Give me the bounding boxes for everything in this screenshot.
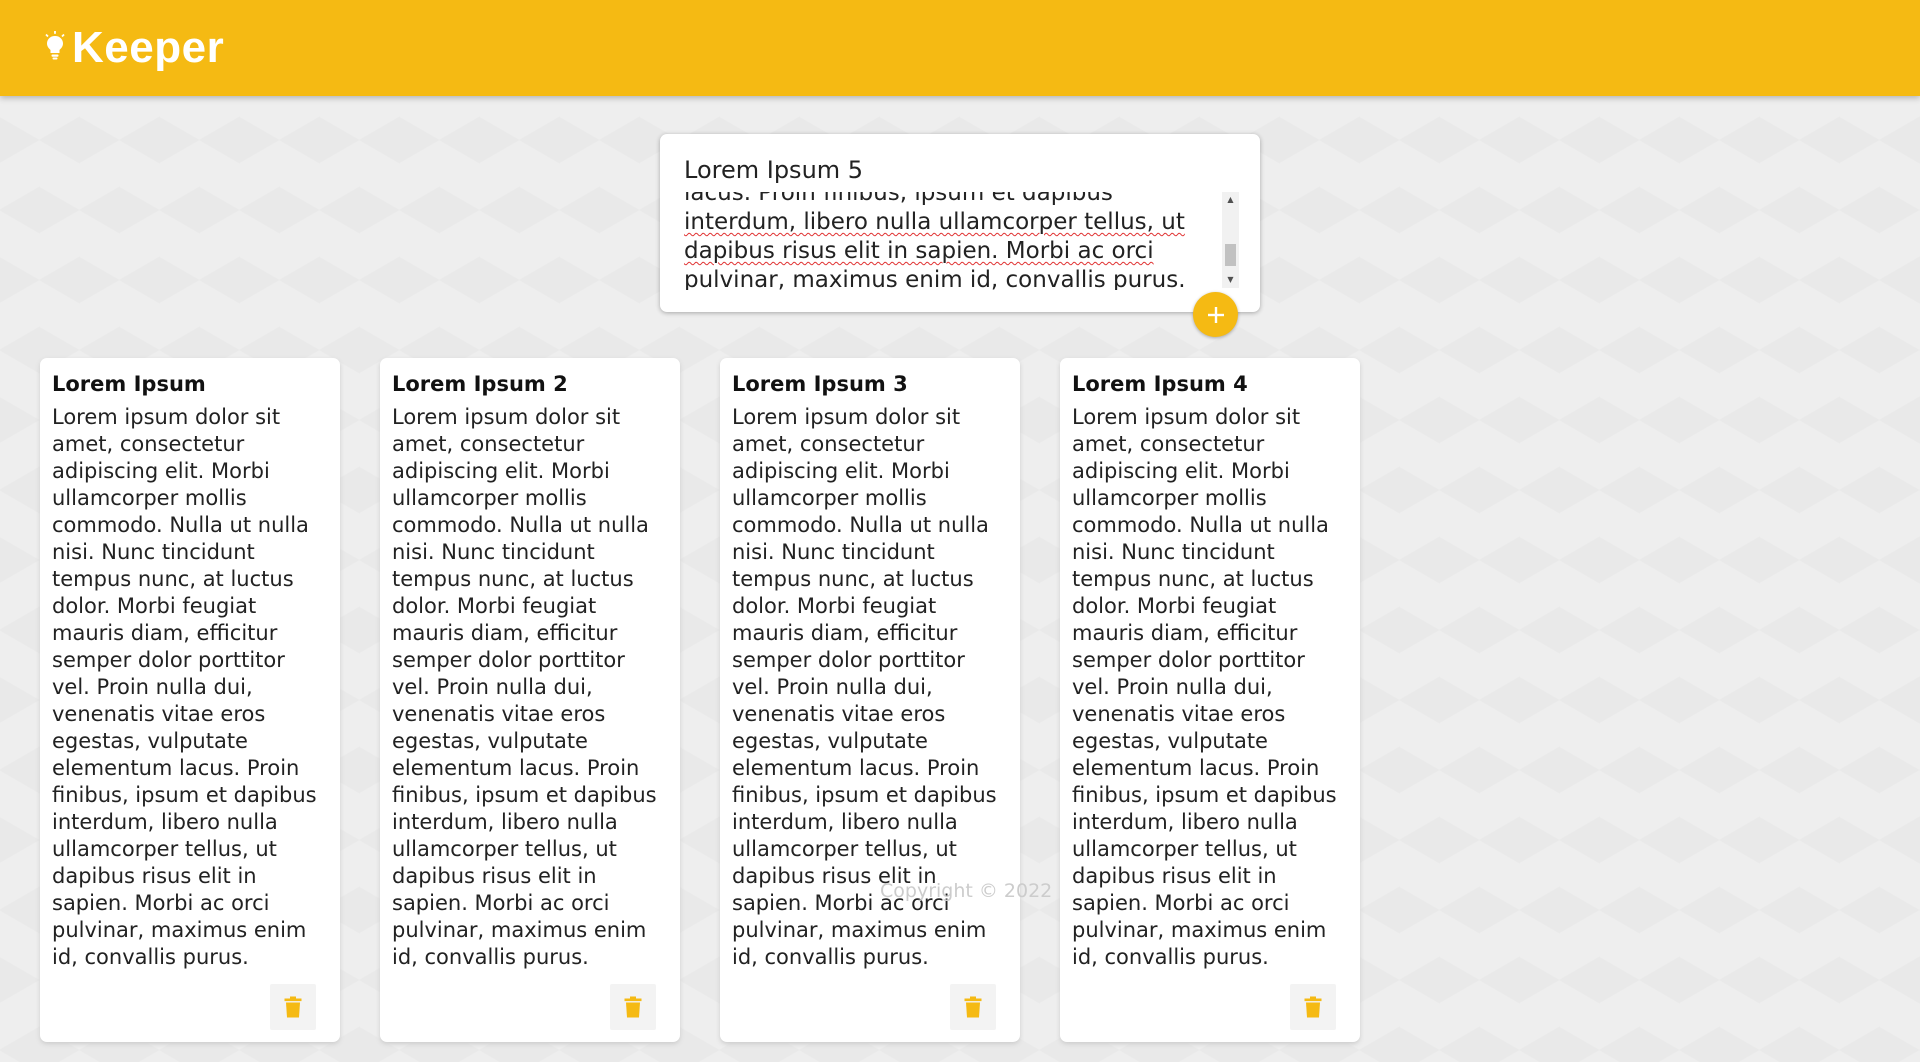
note-card: Lorem Ipsum Lorem ipsum dolor sit amet, … (40, 358, 340, 1042)
note-card: Lorem Ipsum 3 Lorem ipsum dolor sit amet… (720, 358, 1020, 1042)
delete-note-button[interactable] (1290, 984, 1336, 1030)
app-header: Keeper (0, 0, 1920, 96)
content-line-text: interdum, libero nulla ullamcorper tellu… (684, 209, 1185, 235)
trash-icon (1304, 996, 1322, 1018)
scroll-down-arrow-icon[interactable]: ▼ (1222, 272, 1239, 288)
note-content-textarea[interactable]: lacus. Proin finibus, ipsum et dapibus i… (684, 192, 1212, 290)
note-title: Lorem Ipsum 2 (392, 372, 568, 396)
note-content: Lorem ipsum dolor sit amet, consectetur … (52, 405, 317, 969)
plus-icon (1207, 306, 1224, 323)
note-title: Lorem Ipsum 4 (1072, 372, 1248, 396)
delete-note-button[interactable] (950, 984, 996, 1030)
note-title: Lorem Ipsum (52, 372, 206, 396)
note-content: Lorem ipsum dolor sit amet, consectetur … (392, 405, 657, 969)
note-card: Lorem Ipsum 4 Lorem ipsum dolor sit amet… (1060, 358, 1360, 1042)
content-line: interdum, libero nulla ullamcorper tellu… (684, 208, 1212, 237)
scroll-up-arrow-icon[interactable]: ▲ (1222, 192, 1239, 208)
delete-note-button[interactable] (270, 984, 316, 1030)
app-logo: Keeper (44, 23, 224, 73)
scrollbar-thumb[interactable] (1225, 244, 1236, 266)
lightbulb-icon (45, 31, 65, 60)
content-line: lacus. Proin finibus, ipsum et dapibus (684, 192, 1113, 206)
add-note-button[interactable] (1193, 292, 1238, 337)
copyright-text: Copyright © 2022 (880, 880, 1053, 902)
content-line-text: dapibus risus elit in sapien. Morbi ac o… (684, 238, 1154, 264)
delete-note-button[interactable] (610, 984, 656, 1030)
note-content-text: lacus. Proin finibus, ipsum et dapibus i… (684, 192, 1212, 290)
note-title: Lorem Ipsum 3 (732, 372, 908, 396)
app-name: Keeper (72, 23, 225, 72)
create-note-form: lacus. Proin finibus, ipsum et dapibus i… (660, 134, 1260, 312)
note-content: Lorem ipsum dolor sit amet, consectetur … (1072, 405, 1337, 969)
textarea-scrollbar[interactable]: ▲ ▼ (1222, 192, 1239, 288)
trash-icon (624, 996, 642, 1018)
content-line: pulvinar, maximus enim id, convallis pur… (684, 266, 1212, 290)
note-card: Lorem Ipsum 2 Lorem ipsum dolor sit amet… (380, 358, 680, 1042)
footer: Copyright © 2022 (880, 880, 1052, 902)
content-line: dapibus risus elit in sapien. Morbi ac o… (684, 237, 1212, 266)
trash-icon (284, 996, 302, 1018)
trash-icon (964, 996, 982, 1018)
note-title-input[interactable] (684, 156, 1224, 184)
content-line-text: pulvinar, maximus enim id, convallis pur… (684, 267, 1186, 290)
